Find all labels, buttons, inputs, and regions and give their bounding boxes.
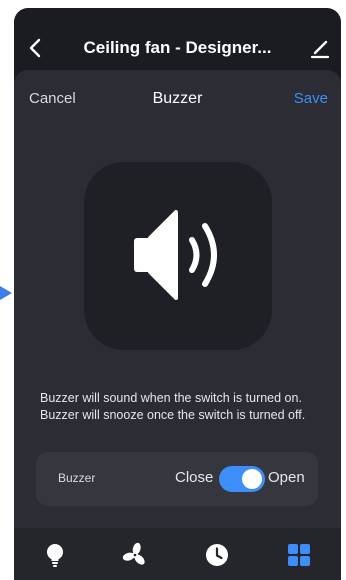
- page-title: Ceiling fan - Designer...: [83, 38, 272, 57]
- tab-fan[interactable]: [122, 542, 148, 568]
- bottom-tab-bar: [14, 528, 341, 580]
- toggle-knob: [242, 469, 262, 489]
- back-icon[interactable]: [26, 38, 46, 58]
- tab-light[interactable]: [42, 542, 68, 568]
- top-bar: Ceiling fan - Designer...: [14, 8, 341, 72]
- phone-screen: Ceiling fan - Designer... Buzzer Cancel …: [14, 8, 341, 580]
- buzzer-setting-row: Buzzer Close Open: [36, 452, 318, 506]
- open-label: Open: [268, 469, 305, 486]
- clock-icon: [206, 544, 228, 566]
- buzzer-label: Buzzer: [58, 471, 96, 485]
- speaker-tile: [84, 162, 272, 350]
- close-label: Close: [175, 469, 214, 486]
- side-arrow-icon: [0, 286, 12, 300]
- grid-icon: [288, 544, 310, 566]
- tab-more[interactable]: [286, 542, 312, 568]
- speaker-icon: [134, 210, 217, 300]
- edit-icon[interactable]: [309, 37, 331, 59]
- lightbulb-icon: [47, 544, 63, 567]
- buzzer-description: Buzzer will sound when the switch is tur…: [40, 391, 306, 422]
- tab-schedule[interactable]: [204, 542, 230, 568]
- save-button[interactable]: Save: [294, 90, 328, 107]
- sheet-header: Buzzer Cancel Save: [14, 90, 341, 112]
- buzzer-toggle[interactable]: [219, 466, 265, 492]
- fan-icon: [122, 542, 145, 565]
- buzzer-sheet: Buzzer Cancel Save Buzzer will sound whe…: [14, 70, 341, 530]
- cancel-button[interactable]: Cancel: [29, 90, 76, 107]
